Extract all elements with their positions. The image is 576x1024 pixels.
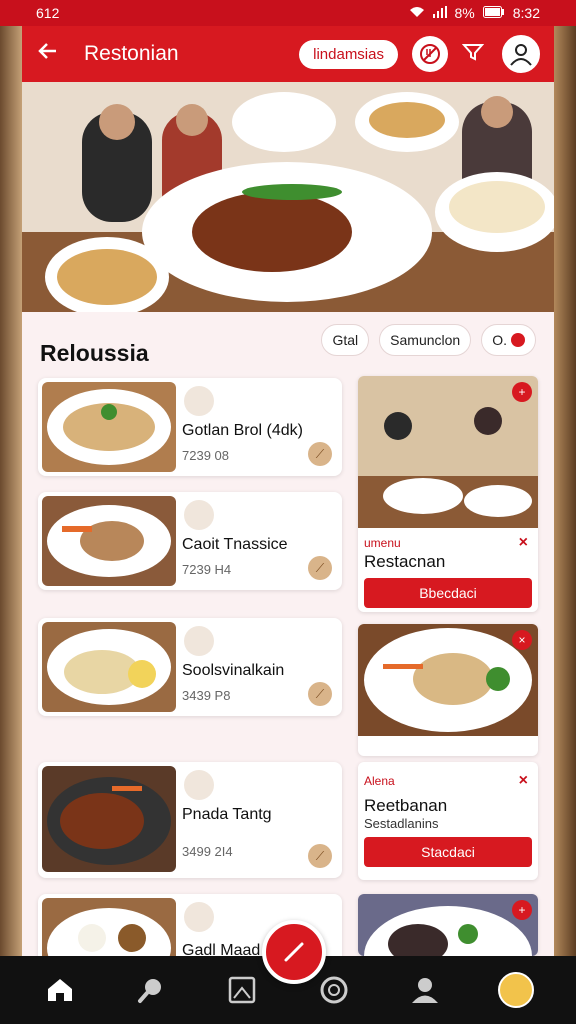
edit-fab[interactable] xyxy=(262,920,326,984)
card-subtitle: Sestadlanins xyxy=(364,816,439,831)
list-item-name: Gotlan Brol (4dk) xyxy=(182,422,303,439)
list-item[interactable]: Gotlan Brol (4dk) 7239 08 ⟋ xyxy=(38,378,342,476)
dish-card[interactable]: + xyxy=(358,894,538,956)
battery-percent: 8% xyxy=(454,5,475,21)
chip-samunclon[interactable]: Samunclon xyxy=(379,324,472,356)
list-item[interactable]: Soolsvinalkain 3439 P8 ⟋ xyxy=(38,618,342,716)
restaurant-logo xyxy=(184,770,214,800)
card-tag: Alena xyxy=(364,774,395,788)
home-icon[interactable] xyxy=(38,968,82,1012)
edit-icon xyxy=(284,942,304,962)
utensils-icon[interactable]: ⟋ xyxy=(308,442,332,466)
dish-thumbnail xyxy=(42,766,176,872)
close-icon[interactable]: × xyxy=(519,772,528,790)
no-food-icon[interactable] xyxy=(412,36,448,72)
filter-icon[interactable] xyxy=(461,43,485,66)
card-action-button[interactable]: Bbecdaci xyxy=(364,578,532,608)
favorite-badge-icon[interactable]: + xyxy=(512,382,532,402)
list-item-meta: 7239 H4 xyxy=(182,562,232,577)
restaurant-card[interactable]: Alena × Reetbanan Sestadlanins Stacdaci xyxy=(358,762,538,880)
section-title: Reloussia xyxy=(40,340,149,366)
user-icon[interactable] xyxy=(403,968,447,1012)
avatar xyxy=(498,972,535,1008)
dish-thumbnail xyxy=(42,382,176,472)
restaurant-logo xyxy=(184,500,214,530)
hero-image xyxy=(22,82,554,312)
app-bar: Restonian lindamsias xyxy=(22,26,554,82)
restaurant-photo: + xyxy=(358,376,538,528)
image-icon[interactable] xyxy=(220,968,264,1012)
status-bar: 612 8% 8:32 xyxy=(0,0,576,26)
list-item-name: Pnada Tantg xyxy=(182,806,272,823)
card-title: Reetbanan xyxy=(364,796,448,815)
utensils-icon[interactable]: ⟋ xyxy=(308,844,332,868)
dish-photo: + xyxy=(358,894,538,956)
favorite-badge-icon[interactable]: + xyxy=(512,900,532,920)
account-avatar[interactable] xyxy=(494,968,538,1012)
dish-photo: × xyxy=(358,624,538,736)
list-item-meta: 7239 08 xyxy=(182,448,229,463)
location-pin-icon xyxy=(511,333,525,347)
chip-o[interactable]: O. xyxy=(481,324,536,356)
card-tag: umenu xyxy=(364,536,401,550)
list-item[interactable]: Pnada Tantg 3499 2I4 ⟋ xyxy=(38,762,342,878)
card-action-button[interactable]: Stacdaci xyxy=(364,837,532,867)
list-item-name: Soolsvinalkain xyxy=(182,662,285,679)
remove-badge-icon[interactable]: × xyxy=(512,630,532,650)
battery-icon xyxy=(482,5,505,21)
restaurant-logo xyxy=(184,386,214,416)
utensils-icon[interactable]: ⟋ xyxy=(308,556,332,580)
list-item-meta: 3439 P8 xyxy=(182,688,231,703)
list-item-meta: 3499 2I4 xyxy=(182,844,233,859)
list-item[interactable]: Caoit Tnassice 7239 H4 ⟋ xyxy=(38,492,342,590)
restaurant-card[interactable]: + umenu × Restacnan Bbecdaci xyxy=(358,376,538,612)
chip-o-label: O. xyxy=(492,332,507,348)
list-item-name: Caoit Tnassice xyxy=(182,536,288,553)
search-icon[interactable] xyxy=(129,968,173,1012)
location-pill[interactable]: lindamsias xyxy=(299,39,398,69)
scan-icon[interactable] xyxy=(312,968,356,1012)
utensils-icon[interactable]: ⟋ xyxy=(308,682,332,706)
wifi-icon xyxy=(409,6,425,21)
status-left-text: 612 xyxy=(36,5,60,21)
chip-gtal[interactable]: Gtal xyxy=(321,324,370,356)
dish-card[interactable]: × xyxy=(358,624,538,756)
dish-thumbnail xyxy=(42,622,176,712)
filter-chips: Gtal Samunclon O. xyxy=(321,324,536,356)
profile-icon[interactable] xyxy=(502,35,540,73)
restaurant-logo xyxy=(184,902,214,932)
dish-thumbnail xyxy=(42,496,176,586)
content-panel: Reloussia Gtal Samunclon O. Gotlan Brol … xyxy=(22,312,554,964)
card-title: Restacnan xyxy=(364,552,446,571)
restaurant-logo xyxy=(184,626,214,656)
signal-icon xyxy=(432,5,447,21)
app-title: Restonian xyxy=(84,42,179,65)
dish-thumbnail xyxy=(42,898,176,964)
back-icon[interactable] xyxy=(36,39,72,70)
status-time: 8:32 xyxy=(512,5,540,21)
close-icon[interactable]: × xyxy=(519,534,528,552)
